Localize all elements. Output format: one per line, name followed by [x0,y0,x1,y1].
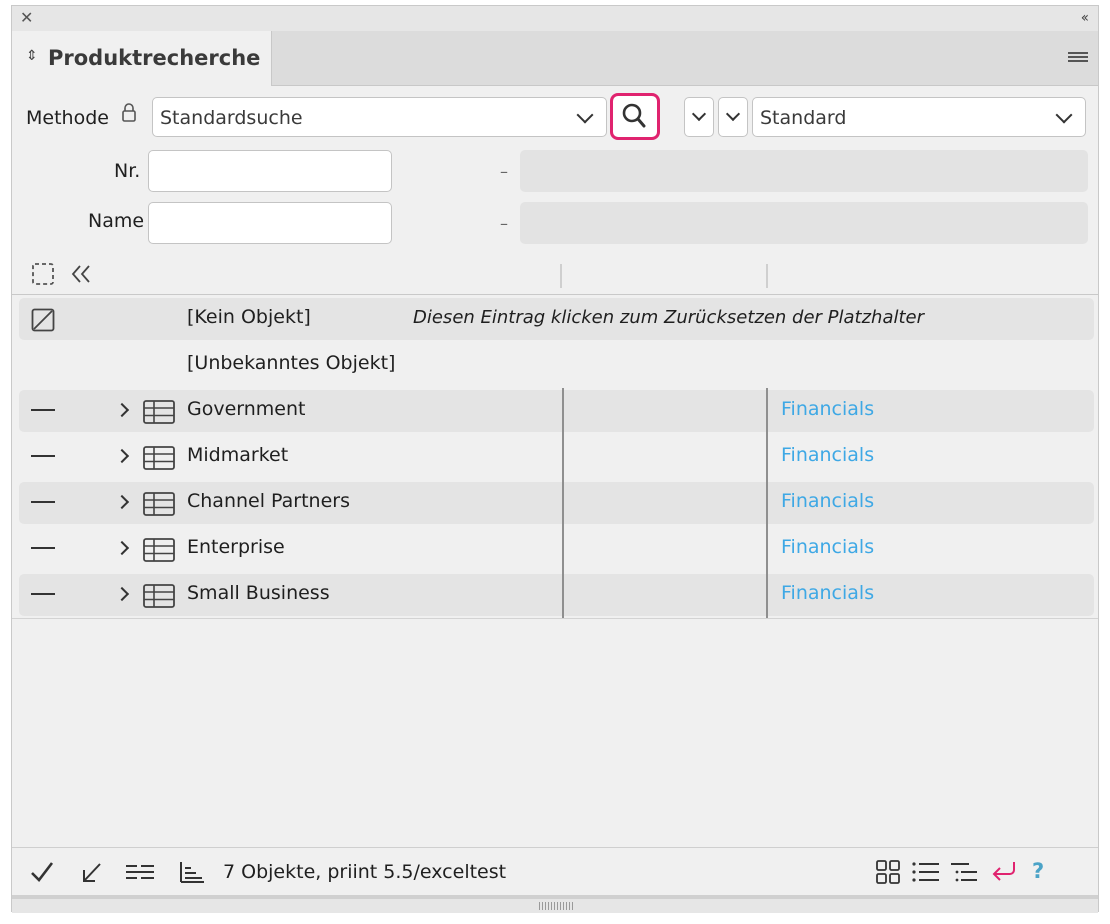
column-separator[interactable] [560,264,562,288]
range-separator: – [500,214,508,233]
row-link[interactable]: Financials [781,444,874,466]
list-divider [12,294,1098,295]
select-all-icon[interactable] [31,262,55,286]
sort-bars-icon[interactable] [178,859,206,885]
dash-icon [31,455,55,457]
chevron-down-icon [576,106,594,124]
list-item-no-object[interactable]: [Kein Objekt] Diesen Eintrag klicken zum… [19,298,1094,340]
search-icon [622,103,646,128]
method-select-value: Standardsuche [160,107,303,129]
nr-field[interactable] [148,150,392,192]
dropdown-button-1[interactable] [684,97,714,137]
row-hint: Diesen Eintrag klicken zum Zurücksetzen … [413,307,925,328]
row-label: [Kein Objekt] [187,306,311,328]
column-divider [562,388,564,618]
chevron-down-icon [725,106,741,122]
dropdown-button-2[interactable] [718,97,748,137]
table-row[interactable]: Midmarket Financials [19,436,1094,478]
help-icon[interactable]: ? [1032,859,1044,883]
list-item-unknown-object[interactable]: [Unbekanntes Objekt] [19,344,1094,386]
table-row[interactable]: Government Financials [19,390,1094,432]
product-search-panel: ✕ ‹‹ ⇕ Produktrecherche Methode Standard… [11,5,1099,913]
collapse-all-icon[interactable] [70,264,94,284]
table-row[interactable]: Enterprise Financials [19,528,1094,570]
column-separator[interactable] [766,264,768,288]
nr-label: Nr. [114,160,141,182]
chevron-right-icon[interactable] [114,402,130,418]
chevron-down-icon [691,106,707,122]
range-separator: – [500,162,508,181]
table-row[interactable]: Small Business Financials [19,574,1094,616]
order-select[interactable]: Standard [752,97,1086,137]
dash-icon [31,547,55,549]
list-view-icon[interactable] [911,859,941,885]
chevron-right-icon[interactable] [114,448,130,464]
search-button[interactable] [610,93,660,140]
resize-grip[interactable] [12,895,1098,913]
tab-produktrecherche[interactable]: ⇕ Produktrecherche [12,31,272,86]
method-label: Methode [26,107,109,129]
name-label: Name [88,210,145,232]
lock-icon[interactable] [122,102,136,124]
dash-icon [31,593,55,595]
table-icon [143,446,175,470]
table-icon [143,584,175,608]
checkmark-icon[interactable] [29,859,55,885]
tab-title: Produktrecherche [48,46,261,70]
nr-to-field [520,150,1088,192]
table-icon [143,538,175,562]
row-name: Midmarket [187,444,289,466]
place-arrow-icon[interactable] [80,859,104,885]
no-object-icon [31,308,55,332]
sort-updown-icon: ⇕ [26,48,38,64]
panel-titlebar: ✕ ‹‹ [12,6,1098,32]
table-icon [143,492,175,516]
tree-view-icon[interactable] [949,859,979,885]
filter-lines-icon[interactable] [124,859,156,885]
method-select[interactable]: Standardsuche [152,97,607,137]
tab-bar: ⇕ Produktrecherche [12,31,1098,86]
row-label: [Unbekanntes Objekt] [187,352,396,374]
row-link[interactable]: Financials [781,582,874,604]
status-bar: 7 Objekte, priint 5.5/exceltest ? [12,847,1098,896]
row-name: Small Business [187,582,330,604]
row-name: Channel Partners [187,490,350,512]
name-field[interactable] [148,202,392,244]
table-row[interactable]: Channel Partners Financials [19,482,1094,524]
row-name: Government [187,398,306,420]
name-to-field [520,202,1088,244]
panel-menu-icon[interactable] [1068,52,1088,65]
collapse-icon[interactable]: ‹‹ [1081,9,1089,27]
return-arrow-icon[interactable] [990,859,1018,885]
column-divider [766,388,768,618]
chevron-right-icon[interactable] [114,494,130,510]
close-icon[interactable]: ✕ [20,9,33,27]
row-link[interactable]: Financials [781,490,874,512]
dash-icon [31,501,55,503]
chevron-down-icon [1055,106,1073,124]
dash-icon [31,409,55,411]
row-link[interactable]: Financials [781,536,874,558]
chevron-right-icon[interactable] [114,586,130,602]
row-name: Enterprise [187,536,285,558]
table-icon [143,400,175,424]
chevron-right-icon[interactable] [114,540,130,556]
list-divider [12,618,1098,619]
row-link[interactable]: Financials [781,398,874,420]
order-select-value: Standard [760,107,847,129]
grid-view-icon[interactable] [875,859,901,885]
grip-lines-icon [539,902,575,910]
status-text: 7 Objekte, priint 5.5/exceltest [223,861,507,883]
